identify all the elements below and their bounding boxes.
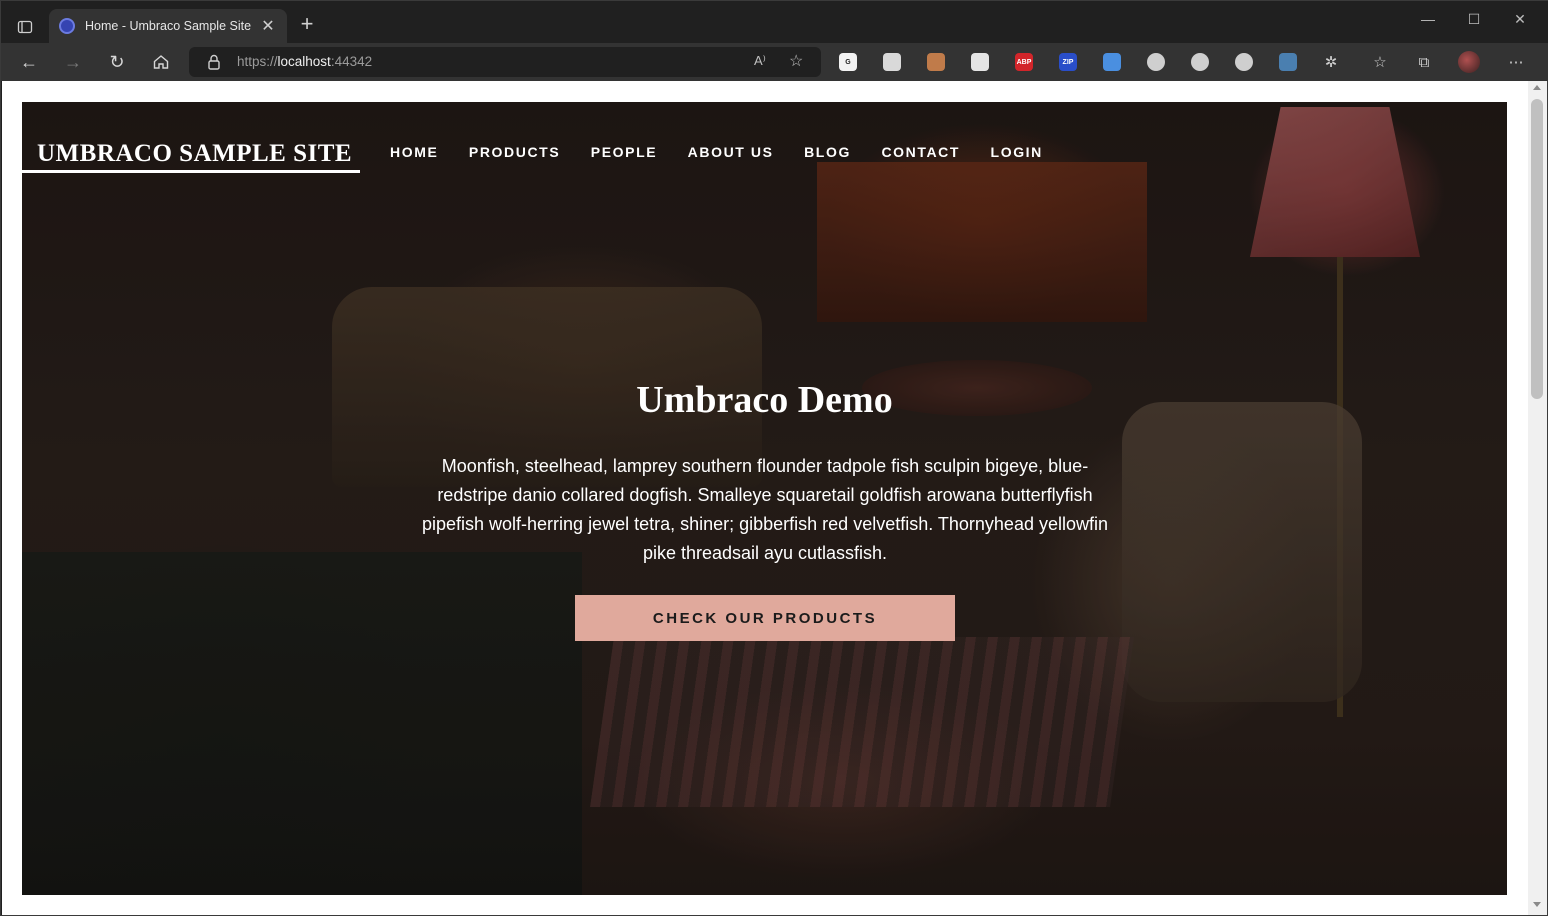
url-port: :44342 <box>330 54 373 69</box>
more-menu-icon[interactable]: ⋯ <box>1505 51 1527 73</box>
target-extension-icon[interactable] <box>1147 53 1165 71</box>
react-extension-icon[interactable] <box>1235 53 1253 71</box>
hero-title: Umbraco Demo <box>636 379 893 421</box>
zip-extension-icon[interactable]: ZIP <box>1059 53 1077 71</box>
refresh-icon[interactable]: ↻ <box>103 49 131 75</box>
scrollbar-thumb[interactable] <box>1531 99 1543 399</box>
globe-extension-icon[interactable] <box>1279 53 1297 71</box>
cookie-extension-icon[interactable] <box>927 53 945 71</box>
soccer-extension-icon[interactable] <box>1191 53 1209 71</box>
close-window-icon[interactable]: ✕ <box>1509 11 1531 28</box>
main-nav: HOME PRODUCTS PEOPLE ABOUT US BLOG CONTA… <box>390 144 1073 160</box>
url-host: localhost <box>277 54 331 69</box>
new-tab-button[interactable]: + <box>295 13 319 37</box>
calendar-extension-icon[interactable] <box>1103 53 1121 71</box>
hero-text: Moonfish, steelhead, lamprey southern fl… <box>421 456 1108 563</box>
back-icon[interactable]: ← <box>15 49 43 75</box>
nav-contact[interactable]: CONTACT <box>881 144 960 160</box>
page-scrollbar[interactable] <box>1528 81 1547 915</box>
tab-bar: Home - Umbraco Sample Site ✕ + — ☐ ✕ <box>1 1 1548 43</box>
notes-extension-icon[interactable] <box>883 53 901 71</box>
tab-active[interactable]: Home - Umbraco Sample Site ✕ <box>49 9 287 43</box>
nav-login[interactable]: LOGIN <box>991 144 1043 160</box>
scroll-up-icon[interactable] <box>1533 85 1541 90</box>
tab-close-icon[interactable]: ✕ <box>259 16 277 36</box>
lock-icon <box>208 54 220 70</box>
page-viewport: UMBRACO SAMPLE SITE HOME PRODUCTS PEOPLE… <box>2 81 1528 915</box>
maximize-icon[interactable]: ☐ <box>1463 11 1485 28</box>
browser-window: Home - Umbraco Sample Site ✕ + — ☐ ✕ ← →… <box>0 0 1548 916</box>
umbraco-favicon-icon <box>59 18 75 34</box>
home-icon[interactable] <box>147 49 175 75</box>
tab-actions-glyph <box>17 20 33 34</box>
minimize-icon[interactable]: — <box>1417 11 1439 27</box>
favorites-icon[interactable]: ☆ <box>1369 51 1391 73</box>
read-aloud-icon[interactable]: A⁾ <box>754 53 766 69</box>
forward-icon[interactable]: → <box>59 49 87 75</box>
profile-avatar[interactable] <box>1458 51 1480 73</box>
check-products-button[interactable]: CHECK OUR PRODUCTS <box>575 595 955 641</box>
nav-home[interactable]: HOME <box>390 144 438 160</box>
tab-actions-icon[interactable] <box>11 13 39 41</box>
nav-about-us[interactable]: ABOUT US <box>688 144 774 160</box>
site-brand[interactable]: UMBRACO SAMPLE SITE <box>37 140 352 168</box>
add-favorite-icon[interactable]: ☆ <box>789 51 803 71</box>
tab-title: Home - Umbraco Sample Site <box>85 19 252 33</box>
collections-icon[interactable]: ⧉ <box>1413 51 1435 73</box>
nav-people[interactable]: PEOPLE <box>591 144 657 160</box>
browser-toolbar: ← → ↻ https://localhost:44342 A⁾ ☆ <box>1 43 1548 81</box>
nav-products[interactable]: PRODUCTS <box>469 144 560 160</box>
nav-blog[interactable]: BLOG <box>804 144 851 160</box>
brand-underline <box>22 170 360 173</box>
eraser-extension-icon[interactable] <box>971 53 989 71</box>
extensions-puzzle-icon[interactable]: ✲ <box>1320 51 1342 73</box>
avatar-image <box>1458 51 1480 73</box>
url-text[interactable]: https://localhost:44342 <box>237 54 372 69</box>
grammar-extension-icon[interactable]: G <box>839 53 857 71</box>
home-glyph <box>153 55 169 69</box>
hero-section: UMBRACO SAMPLE SITE HOME PRODUCTS PEOPLE… <box>22 102 1507 895</box>
address-bar[interactable]: https://localhost:44342 A⁾ ☆ <box>189 47 821 77</box>
adblock-extension-icon[interactable]: ABP <box>1015 53 1033 71</box>
url-scheme: https:// <box>237 54 278 69</box>
scroll-down-icon[interactable] <box>1533 902 1541 907</box>
